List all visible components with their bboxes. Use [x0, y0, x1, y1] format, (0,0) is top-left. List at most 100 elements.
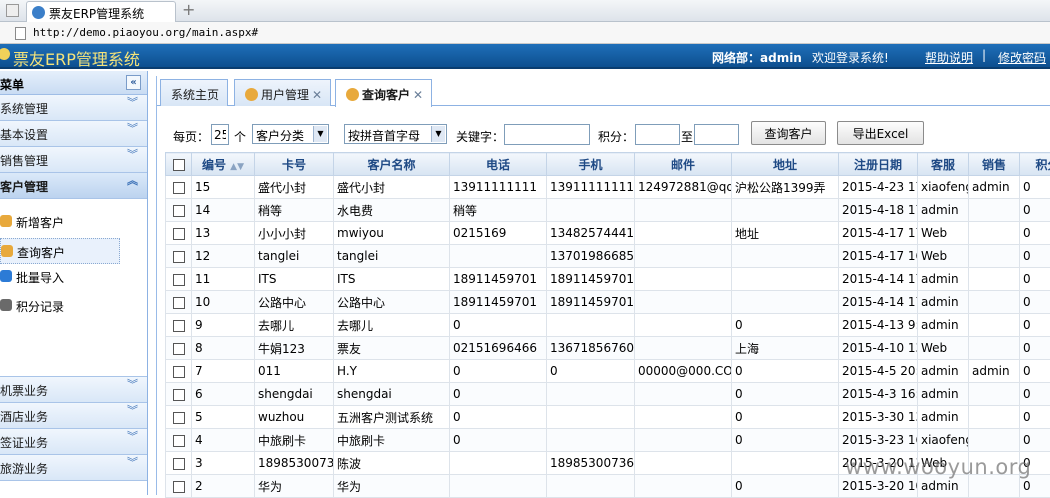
row-select-cell[interactable]: [166, 383, 192, 406]
tab-user-management[interactable]: 用户管理✕: [234, 79, 331, 106]
export-excel-button[interactable]: 导出Excel: [837, 121, 924, 145]
row-select-cell[interactable]: [166, 176, 192, 199]
row-checkbox[interactable]: [173, 412, 185, 424]
table-row[interactable]: 15盛代小封盛代小封139111111111391111111112497288…: [166, 176, 1050, 199]
row-select-cell[interactable]: [166, 429, 192, 452]
table-cell: 0: [450, 383, 547, 406]
row-checkbox[interactable]: [173, 389, 185, 401]
table-row[interactable]: 5wuzhou五洲客户测试系统002015-3-30 13:admin0: [166, 406, 1050, 429]
sidebar-group-travel[interactable]: 旅游业务 ︾: [0, 455, 147, 481]
tab-home[interactable]: 系统主页: [160, 79, 228, 106]
row-checkbox[interactable]: [173, 251, 185, 263]
table-row[interactable]: 4中旅刷卡中旅刷卡002015-3-23 16:xiaofeng0: [166, 429, 1050, 452]
row-select-cell[interactable]: [166, 360, 192, 383]
table-row[interactable]: 9去哪儿去哪儿002015-4-13 9:5admin0: [166, 314, 1050, 337]
table-cell: 0: [1020, 222, 1050, 245]
table-cell: Web: [918, 245, 969, 268]
close-icon[interactable]: ✕: [312, 88, 322, 102]
row-checkbox[interactable]: [173, 320, 185, 332]
column-header-name[interactable]: 客户名称: [334, 153, 450, 176]
table-cell: [969, 383, 1020, 406]
row-checkbox[interactable]: [173, 297, 185, 309]
select-all-checkbox[interactable]: [173, 159, 185, 171]
keyword-label: 关键字：: [456, 128, 504, 145]
row-select-cell[interactable]: [166, 452, 192, 475]
points-from-input[interactable]: [635, 124, 680, 145]
sidebar-group-flights[interactable]: 机票业务 ︾: [0, 377, 147, 403]
table-row[interactable]: 7011H.Y0000000@000.COM02015-4-5 20:2admi…: [166, 360, 1050, 383]
column-header-service[interactable]: 客服: [918, 153, 969, 176]
sidebar-group-basic-settings[interactable]: 基本设置 ︾: [0, 121, 147, 147]
table-cell: [635, 291, 732, 314]
welcome-text: 欢迎登录系统!: [812, 49, 889, 66]
tab-search-customer[interactable]: 查询客户✕: [335, 79, 432, 107]
sidebar-group-sales[interactable]: 销售管理 ︾: [0, 147, 147, 173]
row-checkbox[interactable]: [173, 182, 185, 194]
sidebar-group-customers[interactable]: 客户管理 ︽: [0, 173, 147, 199]
row-checkbox[interactable]: [173, 435, 185, 447]
pinyin-select[interactable]: 按拼音首字母 ▼: [344, 124, 447, 144]
column-header-email[interactable]: 邮件: [635, 153, 732, 176]
sidebar-item-search-customer[interactable]: 查询客户: [0, 238, 120, 264]
per-page-input[interactable]: [211, 124, 229, 145]
row-select-cell[interactable]: [166, 337, 192, 360]
sidebar-group-label: 签证业务: [0, 436, 48, 450]
close-icon[interactable]: ✕: [413, 88, 423, 102]
row-select-cell[interactable]: [166, 291, 192, 314]
table-cell: 9: [192, 314, 255, 337]
row-select-cell[interactable]: [166, 314, 192, 337]
row-checkbox[interactable]: [173, 274, 185, 286]
sidebar-group-hotels[interactable]: 酒店业务 ︾: [0, 403, 147, 429]
url-input[interactable]: http://demo.piaoyou.org/main.aspx#: [33, 26, 258, 39]
help-link[interactable]: 帮助说明: [925, 49, 973, 66]
table-row[interactable]: 6shengdaishengdai002015-4-3 16:0admin0: [166, 383, 1050, 406]
row-select-cell[interactable]: [166, 245, 192, 268]
collapse-icon[interactable]: «: [126, 75, 141, 90]
sidebar-group-system[interactable]: 系统管理 ︾: [0, 95, 147, 121]
browser-tab[interactable]: 票友ERP管理系统: [26, 1, 176, 22]
table-cell: 2015-3-23 16:: [839, 429, 918, 452]
row-select-cell[interactable]: [166, 268, 192, 291]
row-checkbox[interactable]: [173, 228, 185, 240]
row-select-cell[interactable]: [166, 199, 192, 222]
column-header-id[interactable]: 编号 ▲▼: [192, 153, 255, 176]
table-cell: 2015-4-14 17:: [839, 268, 918, 291]
column-header-points[interactable]: 积分: [1020, 153, 1050, 176]
new-tab-button[interactable]: +: [182, 0, 195, 19]
table-row[interactable]: 14稍等水电费稍等2015-4-18 17:admin0: [166, 199, 1050, 222]
search-customer-button[interactable]: 查询客户: [751, 121, 826, 145]
row-checkbox[interactable]: [173, 205, 185, 217]
row-checkbox[interactable]: [173, 481, 185, 493]
keyword-input[interactable]: [504, 124, 590, 145]
sidebar-item-batch-import[interactable]: 批量导入: [0, 264, 147, 293]
row-checkbox[interactable]: [173, 343, 185, 355]
browser-menu-icon[interactable]: [6, 4, 19, 17]
column-header-mobile[interactable]: 手机: [547, 153, 635, 176]
change-password-link[interactable]: 修改密码: [998, 49, 1046, 66]
table-row[interactable]: 10公路中心公路中心18911459701189114597012015-4-1…: [166, 291, 1050, 314]
table-row[interactable]: 11ITSITS18911459701189114597012015-4-14 …: [166, 268, 1050, 291]
points-to-input[interactable]: [694, 124, 739, 145]
column-header-phone[interactable]: 电话: [450, 153, 547, 176]
sidebar-item-add-customer[interactable]: 新增客户: [0, 209, 147, 238]
sidebar-item-points-log[interactable]: 积分记录: [0, 293, 147, 322]
column-header-sales[interactable]: 销售: [969, 153, 1020, 176]
row-select-cell[interactable]: [166, 475, 192, 498]
row-checkbox[interactable]: [173, 458, 185, 470]
table-cell: 地址: [732, 222, 839, 245]
column-header-reg-date[interactable]: 注册日期: [839, 153, 918, 176]
column-header-address[interactable]: 地址: [732, 153, 839, 176]
table-row[interactable]: 12tangleitanglei137019866852015-4-17 16:…: [166, 245, 1050, 268]
row-select-cell[interactable]: [166, 222, 192, 245]
column-header-card[interactable]: 卡号: [255, 153, 334, 176]
table-cell: 3: [192, 452, 255, 475]
table-row[interactable]: 13小小小封mwiyou021516913482574441地址2015-4-1…: [166, 222, 1050, 245]
tab-bar: 系统主页 用户管理✕ 查询客户✕: [157, 76, 1050, 106]
sidebar-group-visa[interactable]: 签证业务 ︾: [0, 429, 147, 455]
select-all-cell[interactable]: [166, 153, 192, 176]
row-checkbox[interactable]: [173, 366, 185, 378]
row-select-cell[interactable]: [166, 406, 192, 429]
tab-label: 查询客户: [362, 88, 410, 102]
table-row[interactable]: 8牛娟123票友0215169646613671856760上海2015-4-1…: [166, 337, 1050, 360]
category-select[interactable]: 客户分类 ▼: [252, 124, 329, 144]
